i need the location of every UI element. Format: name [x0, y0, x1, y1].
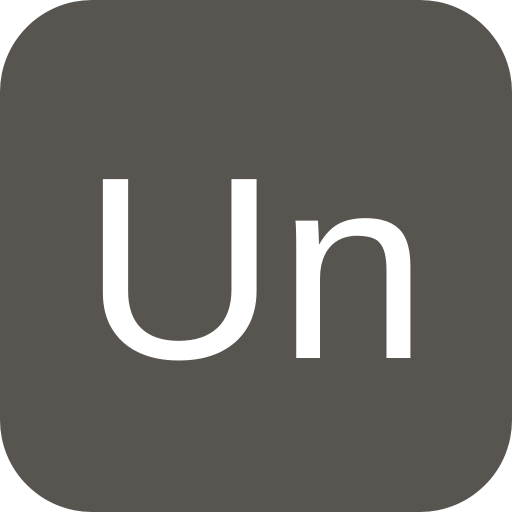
monogram-text: Un	[82, 124, 428, 414]
app-icon-monogram: Un	[82, 124, 428, 414]
app-icon-tile[interactable]: Un	[0, 0, 512, 512]
